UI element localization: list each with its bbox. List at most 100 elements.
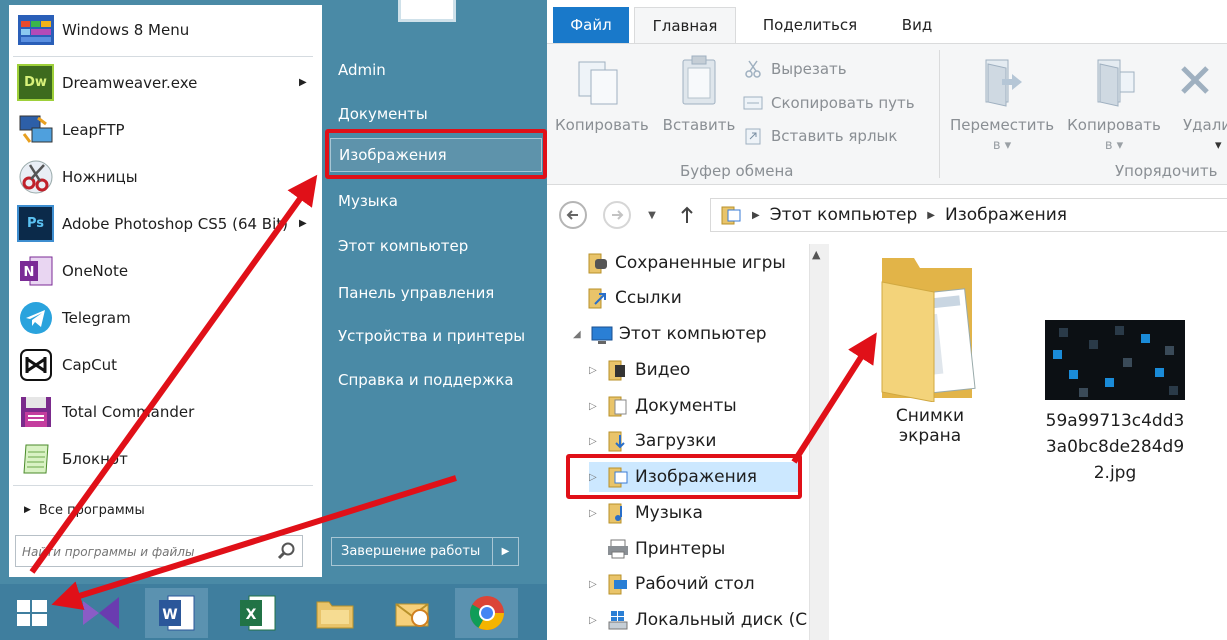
dreamweaver-icon: Dw	[17, 64, 54, 101]
tree-item-saved-games[interactable]: Сохраненные игры	[587, 248, 786, 278]
links-icon	[588, 288, 606, 309]
file-item-screenshots-folder[interactable]: Снимки экрана	[865, 252, 995, 446]
cut-button[interactable]: Вырезать	[743, 56, 847, 82]
program-item-dreamweaver[interactable]: Dw Dreamweaver.exe ▶	[9, 59, 322, 106]
taskbar-visual-studio[interactable]	[70, 588, 133, 638]
tab-home[interactable]: Главная	[634, 7, 736, 43]
desktop-icon	[608, 574, 627, 595]
start-search-box[interactable]	[15, 535, 303, 567]
local-disk-icon	[608, 611, 628, 630]
paste-shortcut-button[interactable]: Вставить ярлык	[743, 123, 897, 149]
taskbar-excel[interactable]: X	[226, 588, 289, 638]
program-item-windows8-menu[interactable]: Windows 8 Menu	[9, 6, 322, 53]
tree-item-printers[interactable]: Принтеры	[607, 534, 725, 564]
copy-to-label: Копировать	[1067, 116, 1161, 134]
navigation-pane-scrollbar[interactable]: ▲	[809, 244, 829, 640]
copy-path-button[interactable]: Скопировать путь	[743, 90, 915, 116]
move-to-button[interactable]: Переместить в ▾	[947, 50, 1057, 160]
tree-item-this-pc[interactable]: ◢ Этот компьютер	[573, 319, 767, 349]
collapsed-arrow-icon[interactable]: ▷	[589, 615, 601, 626]
back-button[interactable]	[559, 201, 587, 229]
paste-button[interactable]: Вставить	[655, 50, 743, 160]
place-help-support[interactable]: Справка и поддержка	[330, 363, 542, 397]
separator	[13, 485, 313, 486]
forward-button[interactable]	[603, 201, 631, 229]
shutdown-options-arrow-icon[interactable]: ▶	[492, 538, 518, 565]
collapsed-arrow-icon[interactable]: ▷	[589, 508, 601, 519]
outlook-icon	[394, 603, 429, 627]
taskbar-chrome[interactable]	[455, 588, 518, 638]
copy-icon	[578, 61, 618, 105]
taskbar-file-explorer[interactable]	[303, 588, 366, 638]
paste-shortcut-icon	[743, 126, 763, 146]
move-to-suffix: в ▾	[992, 138, 1012, 153]
program-item-onenote[interactable]: N OneNote	[9, 247, 322, 294]
start-search-input[interactable]	[22, 542, 267, 562]
breadcrumb-pictures[interactable]: Изображения	[945, 205, 1067, 225]
program-item-leapftp[interactable]: LeapFTP	[9, 106, 322, 153]
start-menu: Windows 8 Menu Dw Dreamweaver.exe ▶ Leap…	[0, 0, 547, 640]
all-programs-button[interactable]: ▶ Все программы	[18, 501, 318, 519]
tab-share[interactable]: Поделиться	[750, 7, 870, 43]
word-icon: W	[158, 595, 194, 631]
start-button[interactable]	[0, 588, 63, 638]
breadcrumb-this-pc[interactable]: Этот компьютер	[770, 205, 918, 225]
program-item-telegram[interactable]: Telegram	[9, 294, 322, 341]
program-item-scissors[interactable]: Ножницы	[9, 153, 322, 200]
address-bar[interactable]: ▶ Этот компьютер ▶ Изображения	[710, 198, 1227, 232]
expanded-arrow-icon[interactable]: ◢	[573, 329, 585, 340]
place-devices-printers[interactable]: Устройства и принтеры	[330, 319, 542, 353]
collapsed-arrow-icon[interactable]: ▷	[589, 436, 601, 447]
tree-label: Музыка	[635, 503, 703, 523]
place-music[interactable]: Музыка	[330, 184, 542, 218]
user-picture-tile[interactable]	[398, 0, 456, 22]
tree-item-videos[interactable]: ▷ Видео	[589, 355, 690, 385]
place-control-panel[interactable]: Панель управления	[330, 276, 542, 310]
taskbar: W X	[0, 584, 547, 640]
place-admin[interactable]: Admin	[330, 53, 542, 87]
navigation-pane: Сохраненные игры Ссылки ◢ Этот компьютер…	[547, 244, 809, 640]
tree-item-local-disk[interactable]: ▷ Локальный диск (С	[589, 605, 807, 635]
program-label: Dreamweaver.exe	[62, 73, 198, 92]
scroll-up-icon[interactable]: ▲	[812, 248, 820, 261]
program-item-total-commander[interactable]: Total Commander	[9, 388, 322, 435]
taskbar-outlook[interactable]	[380, 588, 443, 638]
tab-view[interactable]: Вид	[887, 7, 947, 43]
navigation-bar: ▼ ▶ Этот компьютер ▶ Изображения	[547, 193, 1227, 235]
taskbar-word[interactable]: W	[145, 588, 208, 638]
collapsed-arrow-icon[interactable]: ▷	[589, 365, 601, 376]
copy-button[interactable]: Копировать	[555, 50, 649, 160]
copy-to-button[interactable]: Копировать в ▾	[1062, 50, 1166, 160]
clipboard-group-label: Буфер обмена	[680, 162, 794, 180]
collapsed-arrow-icon[interactable]: ▷	[589, 401, 601, 412]
svg-text:W: W	[162, 607, 177, 623]
tree-item-links[interactable]: Ссылки	[587, 283, 682, 313]
tree-label: Видео	[635, 360, 691, 380]
recent-locations-button[interactable]: ▼	[643, 201, 661, 229]
downloads-icon	[608, 431, 625, 452]
videos-icon	[608, 360, 625, 381]
chevron-down-icon: ▼	[648, 209, 656, 221]
tree-item-desktop[interactable]: ▷ Рабочий стол	[589, 569, 755, 599]
tree-label: Ссылки	[615, 288, 682, 308]
collapsed-arrow-icon[interactable]: ▷	[589, 579, 601, 590]
place-this-pc[interactable]: Этот компьютер	[330, 229, 542, 263]
up-button[interactable]	[677, 201, 697, 229]
shutdown-button[interactable]: Завершение работы ▶	[331, 537, 519, 566]
tree-item-music[interactable]: ▷ Музыка	[589, 498, 703, 528]
tree-item-documents[interactable]: ▷ Документы	[589, 391, 737, 421]
tree-label: Этот компьютер	[619, 324, 767, 344]
delete-button[interactable]: Удали ▾	[1177, 50, 1227, 160]
program-item-capcut[interactable]: CapCut	[9, 341, 322, 388]
search-icon[interactable]	[276, 541, 296, 561]
copy-path-icon	[743, 93, 763, 113]
program-item-notepad[interactable]: Блокнот	[9, 435, 322, 482]
place-documents[interactable]: Документы	[330, 97, 542, 131]
file-item-jpg[interactable]: 59a99713c4dd3 3a0bc8de284d9 2.jpg	[1035, 320, 1195, 486]
program-label: OneNote	[62, 261, 129, 280]
program-item-photoshop[interactable]: Ps Adobe Photoshop CS5 (64 Bit) ▶	[9, 200, 322, 247]
file-explorer-icon	[316, 601, 353, 629]
tab-file[interactable]: Файл	[553, 7, 629, 43]
delete-dropdown-icon[interactable]: ▾	[1177, 138, 1227, 153]
tree-item-downloads[interactable]: ▷ Загрузки	[589, 426, 716, 456]
